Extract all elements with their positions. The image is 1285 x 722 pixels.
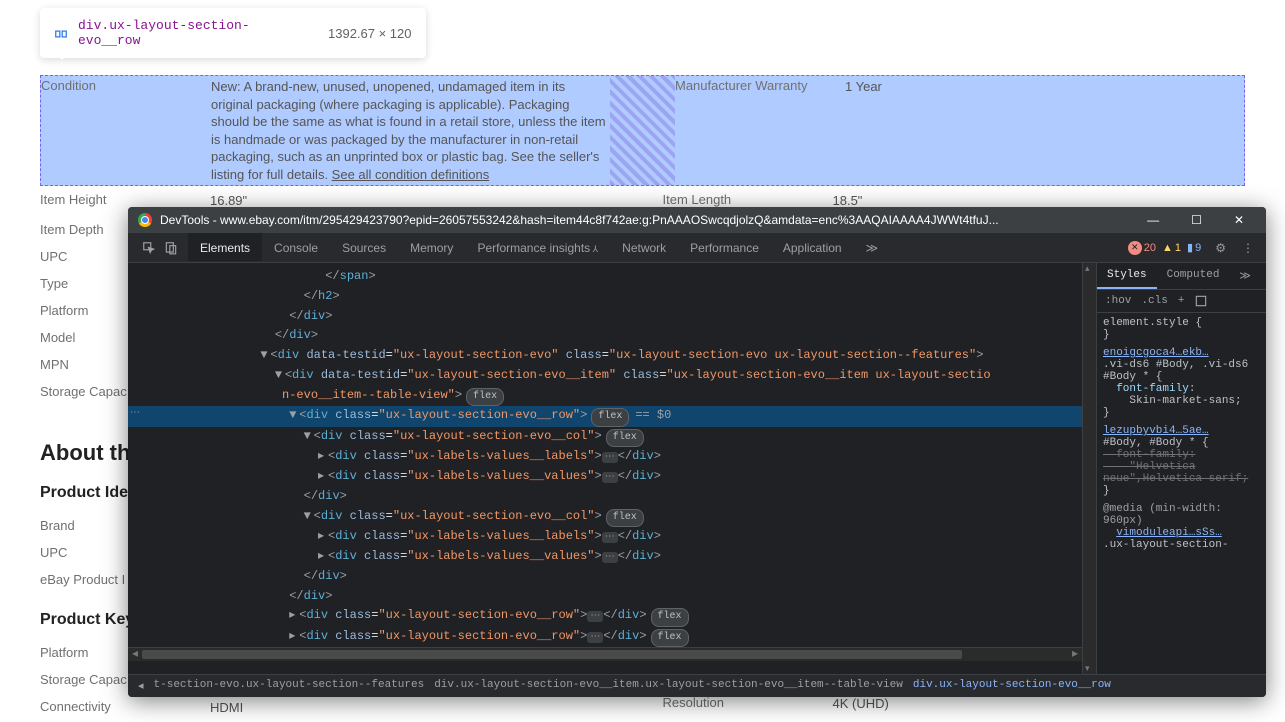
styles-tabs: Styles Computed ≫ xyxy=(1097,263,1266,290)
tab-performance-insights[interactable]: Performance insights ⅄ xyxy=(465,235,610,261)
maximize-button[interactable]: ☐ xyxy=(1179,213,1214,227)
tooltip-selector: div.ux-layout-section-evo__row xyxy=(78,18,278,48)
new-style-rule-icon[interactable]: + xyxy=(1178,295,1185,307)
styles-tab[interactable]: Styles xyxy=(1097,263,1157,289)
devtools-window: DevTools - www.ebay.com/itm/295429423790… xyxy=(128,207,1266,697)
devtools-title: DevTools - www.ebay.com/itm/295429423790… xyxy=(160,213,1127,227)
flex-layout-icon xyxy=(54,25,68,41)
tooltip-dimensions: 1392.67 × 120 xyxy=(328,26,412,41)
elements-panel[interactable]: </span> </h2> </div> </div> ▼<div data-t… xyxy=(128,263,1082,674)
chrome-icon xyxy=(138,213,152,227)
tab-network[interactable]: Network xyxy=(610,235,678,261)
info-badge[interactable]: ▮9 xyxy=(1187,241,1201,254)
styles-rules[interactable]: element.style { } enoigcgoca4…ekb… .vi-d… xyxy=(1097,313,1266,674)
more-styles-tabs[interactable]: ≫ xyxy=(1229,263,1261,289)
margin-overlay xyxy=(610,76,675,185)
horizontal-scrollbar[interactable]: ◂ ▸ xyxy=(128,647,1082,661)
vertical-scrollbar[interactable] xyxy=(1082,263,1096,674)
tab-memory[interactable]: Memory xyxy=(398,235,465,261)
styles-toolbar: :hov .cls + xyxy=(1097,290,1266,313)
spec-label: Condition xyxy=(41,76,211,185)
spec-value: HDMI xyxy=(210,697,623,719)
tab-application[interactable]: Application xyxy=(771,235,854,261)
spec-value: New: A brand-new, unused, unopened, unda… xyxy=(211,76,610,185)
breadcrumb-item[interactable]: div.ux-layout-section-evo__item.ux-layou… xyxy=(434,679,903,693)
scroll-right-icon[interactable]: ▸ xyxy=(1068,648,1082,662)
tab-console[interactable]: Console xyxy=(262,235,330,261)
devtools-tabbar: ElementsConsoleSourcesMemoryPerformance … xyxy=(128,233,1266,263)
spec-row: ConnectivityHDMI xyxy=(40,693,623,722)
breadcrumb-item-active[interactable]: div.ux-layout-section-evo__row xyxy=(913,679,1111,693)
spec-value: 1 Year xyxy=(845,76,1244,185)
hov-filter[interactable]: :hov xyxy=(1105,295,1131,307)
device-toolbar-icon[interactable] xyxy=(164,240,178,255)
warning-badge[interactable]: ▲1 xyxy=(1162,242,1181,254)
spec-col-left: Condition New: A brand-new, unused, unop… xyxy=(41,76,610,185)
condition-definitions-link[interactable]: See all condition definitions xyxy=(332,167,490,182)
settings-icon[interactable]: ⚙ xyxy=(1207,241,1234,255)
tab-performance[interactable]: Performance xyxy=(678,235,771,261)
styles-panel: Styles Computed ≫ :hov .cls + element.st… xyxy=(1096,263,1266,674)
more-icon[interactable]: ⋮ xyxy=(1234,241,1262,255)
breadcrumb-item[interactable]: t-section-evo.ux-layout-section--feature… xyxy=(154,679,425,693)
computed-tab[interactable]: Computed xyxy=(1157,263,1230,289)
error-badge[interactable]: ✕20 xyxy=(1128,241,1156,255)
spec-label: Manufacturer Warranty xyxy=(675,76,845,185)
spec-label: Connectivity xyxy=(40,697,210,719)
highlighted-spec-row: Condition New: A brand-new, unused, unop… xyxy=(40,75,1245,186)
devtools-titlebar[interactable]: DevTools - www.ebay.com/itm/295429423790… xyxy=(128,207,1266,233)
inspect-element-icon[interactable] xyxy=(142,240,156,255)
more-tabs-button[interactable]: ≫ xyxy=(854,235,891,261)
close-button[interactable]: ✕ xyxy=(1222,213,1256,227)
spec-col-right: Manufacturer Warranty 1 Year xyxy=(675,76,1244,185)
scroll-thumb[interactable] xyxy=(142,650,962,659)
selected-dom-node[interactable]: ⋯ ▼<div class="ux-layout-section-evo__ro… xyxy=(128,406,1082,427)
dom-breadcrumb[interactable]: ◂ t-section-evo.ux-layout-section--featu… xyxy=(128,674,1266,697)
cls-filter[interactable]: .cls xyxy=(1141,295,1167,307)
inspect-tooltip: div.ux-layout-section-evo__row 1392.67 ×… xyxy=(40,8,426,58)
minimize-button[interactable]: — xyxy=(1135,213,1171,227)
tab-elements[interactable]: Elements xyxy=(188,233,262,261)
toggle-common-rendering-icon[interactable] xyxy=(1194,294,1208,308)
scroll-left-icon[interactable]: ◂ xyxy=(128,648,142,662)
tab-sources[interactable]: Sources xyxy=(330,235,398,261)
